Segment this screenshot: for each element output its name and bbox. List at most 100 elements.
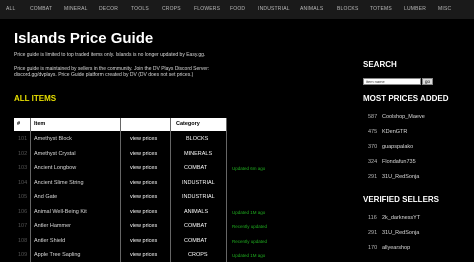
list-item-count: 475	[368, 129, 378, 135]
view-prices-link[interactable]: view prices	[130, 238, 157, 244]
row-category: BLOCKS	[186, 136, 209, 142]
list-item-count: 291	[368, 230, 378, 236]
updated-status: Updated 1M ago	[232, 209, 266, 215]
nav-item-industrial[interactable]: INDUSTRIAL	[258, 6, 290, 12]
nav-item-decor[interactable]: DECOR	[99, 6, 118, 12]
list-item[interactable]: 324 Flondafun735	[368, 159, 416, 165]
row-item-name[interactable]: Apple Tree Sapling	[34, 252, 80, 258]
row-category: INDUSTRIAL	[182, 179, 215, 186]
view-prices-link[interactable]: view prices	[130, 136, 157, 142]
row-category: COMBAT	[184, 237, 208, 244]
go-button[interactable]: go	[422, 78, 433, 85]
view-prices-link[interactable]: view prices	[130, 165, 157, 171]
table-row: 102 Amethyst Crystal view prices MINERAL…	[14, 148, 334, 163]
row-item-name[interactable]: Amethyst Crystal	[34, 151, 76, 157]
row-category: COMBAT	[184, 223, 208, 229]
search-input[interactable]: item name	[363, 78, 421, 85]
view-prices-link[interactable]: view prices	[130, 180, 157, 186]
search-heading: SEARCH	[363, 60, 397, 69]
row-item-name[interactable]: Antler Hammer	[34, 223, 71, 229]
list-item[interactable]: 291 31U_RedSonja	[368, 230, 419, 236]
nav-item-lumber[interactable]: LUMBER	[404, 6, 426, 12]
row-item-name[interactable]: Ancient Longbow	[34, 165, 76, 171]
view-prices-link[interactable]: view prices	[130, 209, 157, 215]
row-num: 101	[18, 136, 28, 142]
table-row: 107 Antler Hammer view prices COMBAT Rec…	[14, 220, 334, 235]
list-item-name[interactable]: guapspalako	[382, 144, 413, 150]
intro-text-1: Price guide is limited to top traded ite…	[14, 52, 206, 58]
list-item-count: 291	[368, 174, 378, 180]
list-item[interactable]: 370 guapspalako	[368, 144, 413, 150]
list-item[interactable]: 587 Coolshop_Maeve	[368, 114, 425, 120]
row-item-name[interactable]: Animal Well-Being Kit	[34, 209, 87, 215]
table-row: 101 Amethyst Block view prices BLOCKS	[14, 133, 334, 148]
view-prices-link[interactable]: view prices	[130, 252, 157, 258]
list-item-name[interactable]: allyearshop	[382, 245, 410, 251]
updated-status: Updated 1M ago	[232, 253, 266, 258]
nav-item-all[interactable]: ALL	[6, 6, 16, 12]
most-prices-heading: MOST PRICES ADDED	[363, 94, 449, 103]
updated-status: Recently updated	[232, 238, 268, 244]
nav-item-crops[interactable]: CROPS	[162, 6, 181, 12]
nav-item-tools[interactable]: TOOLS	[131, 6, 149, 12]
nav-item-mineral[interactable]: MINERAL	[64, 6, 88, 12]
nav-item-animals[interactable]: ANIMALS	[300, 6, 323, 12]
list-item-count: 370	[368, 144, 378, 150]
list-item-name[interactable]: 31U_RedSonja	[382, 174, 419, 180]
row-num: 103	[18, 165, 28, 171]
view-prices-link[interactable]: view prices	[130, 194, 157, 200]
view-prices-link[interactable]: view prices	[130, 223, 157, 229]
list-item[interactable]: 475 KDenGTR	[368, 129, 407, 135]
header-category: Category	[176, 121, 200, 127]
table-row: 108 Antler Shield view prices COMBAT Rec…	[14, 235, 334, 250]
intro-text-3: discord.gg/dvplays. Price Guide platform…	[14, 72, 194, 78]
updated-status: Updated 6m ago	[232, 166, 266, 171]
header-item: Item	[34, 121, 46, 127]
list-item-name[interactable]: KDenGTR	[382, 129, 407, 135]
row-category: MINERALS	[184, 150, 213, 157]
view-prices-link[interactable]: view prices	[130, 151, 157, 157]
nav-item-totems[interactable]: TOTEMS	[370, 6, 392, 12]
list-item-count: 116	[368, 215, 377, 221]
nav-item-food[interactable]: FOOD	[230, 6, 245, 12]
updated-status: Recently updated	[232, 224, 268, 229]
row-category: INDUSTRIAL	[182, 194, 215, 200]
table-row: 103 Ancient Longbow view prices COMBAT U…	[14, 162, 334, 177]
nav-item-blocks[interactable]: BLOCKS	[337, 6, 359, 12]
header-num: #	[17, 121, 21, 127]
row-num: 104	[18, 179, 28, 186]
row-category: CROPS	[188, 252, 208, 258]
list-item-name[interactable]: Coolshop_Maeve	[382, 114, 425, 120]
table-row: 104 Ancient Slime String view prices IND…	[14, 177, 334, 192]
table-row: 106 Animal Well-Being Kit view prices AN…	[14, 206, 334, 221]
nav-item-misc[interactable]: MISC	[438, 6, 451, 12]
list-item-name[interactable]: 31U_RedSonja	[382, 230, 419, 236]
row-item-name[interactable]: Antler Shield	[34, 238, 65, 244]
list-item-name[interactable]: Flondafun735	[382, 159, 416, 165]
verified-sellers-heading: VERIFIED SELLERS	[363, 195, 440, 204]
row-num: 108	[18, 237, 28, 244]
row-num: 109	[18, 252, 28, 258]
nav-item-combat[interactable]: COMBAT	[30, 6, 52, 12]
table-row: 105 And Gate view prices INDUSTRIAL	[14, 191, 334, 206]
row-category: COMBAT	[184, 165, 208, 171]
nav-item-flowers[interactable]: FLOWERS	[194, 6, 220, 12]
top-nav: ALL COMBAT MINERAL DECOR TOOLS CROPS FLO…	[0, 0, 474, 19]
list-item[interactable]: 170 allyearshop	[368, 245, 410, 251]
list-item-count: 324	[368, 159, 378, 165]
list-item-count: 170	[368, 245, 378, 251]
list-item-count: 587	[368, 114, 378, 120]
row-item-name[interactable]: And Gate	[34, 194, 57, 200]
table-row: 109 Apple Tree Sapling view prices CROPS…	[14, 249, 334, 262]
row-item-name[interactable]: Amethyst Block	[34, 136, 72, 142]
row-item-name[interactable]: Ancient Slime String	[34, 180, 84, 186]
row-num: 102	[18, 150, 28, 157]
row-num: 107	[18, 223, 28, 229]
row-category: ANIMALS	[184, 208, 209, 215]
row-num: 105	[18, 194, 28, 200]
list-item[interactable]: 291 31U_RedSonja	[368, 174, 419, 180]
all-items-heading: ALL ITEMS	[14, 94, 57, 103]
page-title: Islands Price Guide	[14, 30, 154, 47]
list-item-name[interactable]: 2k_darknessYT	[382, 215, 420, 221]
list-item[interactable]: 116 2k_darknessYT	[368, 215, 420, 221]
